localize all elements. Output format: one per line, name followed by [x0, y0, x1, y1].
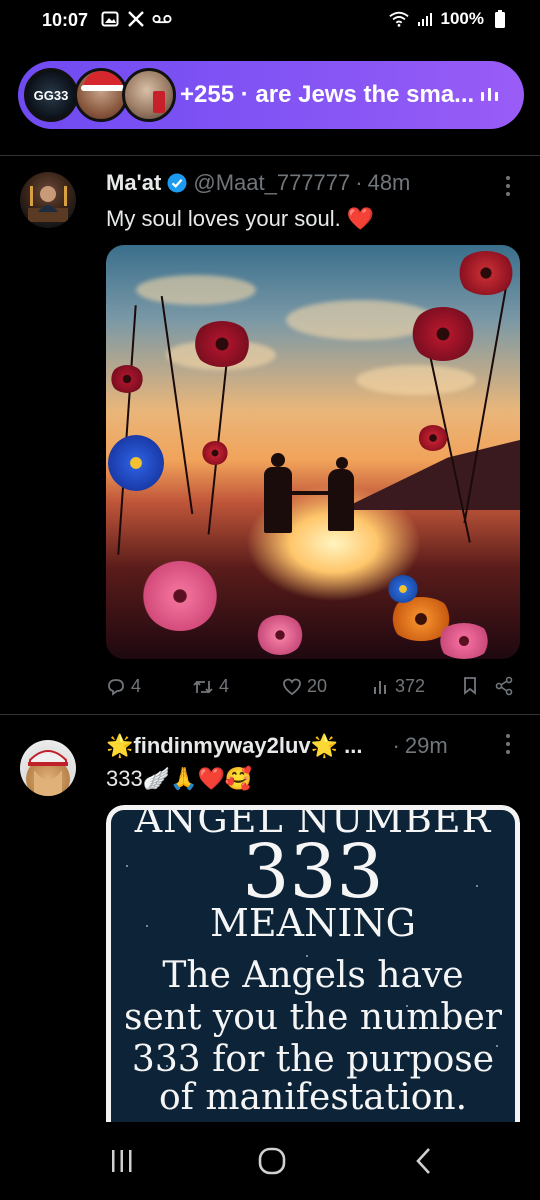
live-space-banner[interactable]: GG33 +255 · are Jews the sma...: [18, 61, 524, 129]
avatar[interactable]: [20, 740, 76, 796]
separator-dot: ·: [392, 733, 400, 758]
timestamp[interactable]: 48m: [368, 170, 411, 196]
more-options-icon[interactable]: [506, 734, 512, 754]
battery-text: 100%: [440, 9, 484, 28]
reply-icon: [108, 678, 124, 696]
tweet-image[interactable]: [106, 245, 520, 659]
repost-icon: [193, 680, 213, 693]
space-title: +255 · are Jews the sma...: [180, 81, 475, 108]
repost-button[interactable]: 4: [192, 676, 229, 697]
avatar[interactable]: [20, 172, 76, 228]
x-logo-icon: [126, 9, 146, 29]
battery-icon: [490, 9, 510, 29]
host-badge: GG33: [33, 87, 69, 103]
views-button[interactable]: 372: [372, 676, 425, 697]
space-avatars: GG33: [24, 66, 176, 124]
signal-icon: [415, 9, 435, 29]
views-icon: [374, 680, 386, 694]
bookmark-icon: [464, 677, 476, 695]
audio-bars-icon: [481, 88, 498, 101]
views-count: 372: [395, 676, 426, 696]
repost-count: 4: [219, 676, 230, 696]
verified-badge-icon: [167, 173, 187, 193]
divider: [0, 155, 540, 156]
reply-count: 4: [131, 676, 142, 696]
avatar: GG33: [24, 68, 78, 122]
heart-icon: [283, 678, 301, 695]
tweet-header: 🌟findinmyway2luv🌟 ... · 29m: [106, 733, 448, 759]
timestamp[interactable]: 29m: [405, 733, 448, 759]
status-bar: 10:07 100%: [0, 0, 540, 44]
author-name[interactable]: 🌟findinmyway2luv🌟 ...: [106, 733, 363, 759]
status-icons-left: [100, 9, 172, 29]
share-icon: [495, 676, 513, 696]
more-options-icon[interactable]: [506, 176, 512, 196]
share-button[interactable]: [494, 676, 514, 696]
like-count: 20: [307, 676, 328, 696]
avatar: [74, 68, 128, 122]
wifi-icon: [388, 9, 409, 29]
status-icons-right: 100%: [388, 9, 510, 29]
status-time: 10:07: [42, 10, 89, 30]
like-button[interactable]: 20: [282, 676, 327, 697]
avatar: [122, 68, 176, 122]
home-icon[interactable]: [252, 1144, 292, 1178]
voicemail-icon: [152, 9, 172, 29]
bookmark-button[interactable]: [462, 676, 478, 696]
recents-icon[interactable]: [102, 1144, 142, 1178]
back-icon[interactable]: [404, 1144, 444, 1178]
author-handle[interactable]: @Maat_777777: [193, 170, 350, 196]
separator-dot: ·: [355, 170, 363, 195]
reply-button[interactable]: 4: [106, 676, 141, 697]
system-nav-bar: [0, 1122, 540, 1200]
author-name[interactable]: Ma'at: [106, 170, 161, 196]
tweet-actions: 4 4 20 372: [106, 676, 520, 698]
tweet-image[interactable]: ANGEL NUMBER 333 MEANING The Angels have…: [106, 805, 520, 1125]
tweet-text: 333🪽🙏❤️🥰: [106, 766, 253, 791]
tweet-header: Ma'at @Maat_777777 · 48m: [106, 170, 410, 196]
tweet-text: My soul loves your soul. ❤️: [106, 206, 375, 231]
divider: [0, 714, 540, 715]
gallery-icon: [100, 9, 120, 29]
